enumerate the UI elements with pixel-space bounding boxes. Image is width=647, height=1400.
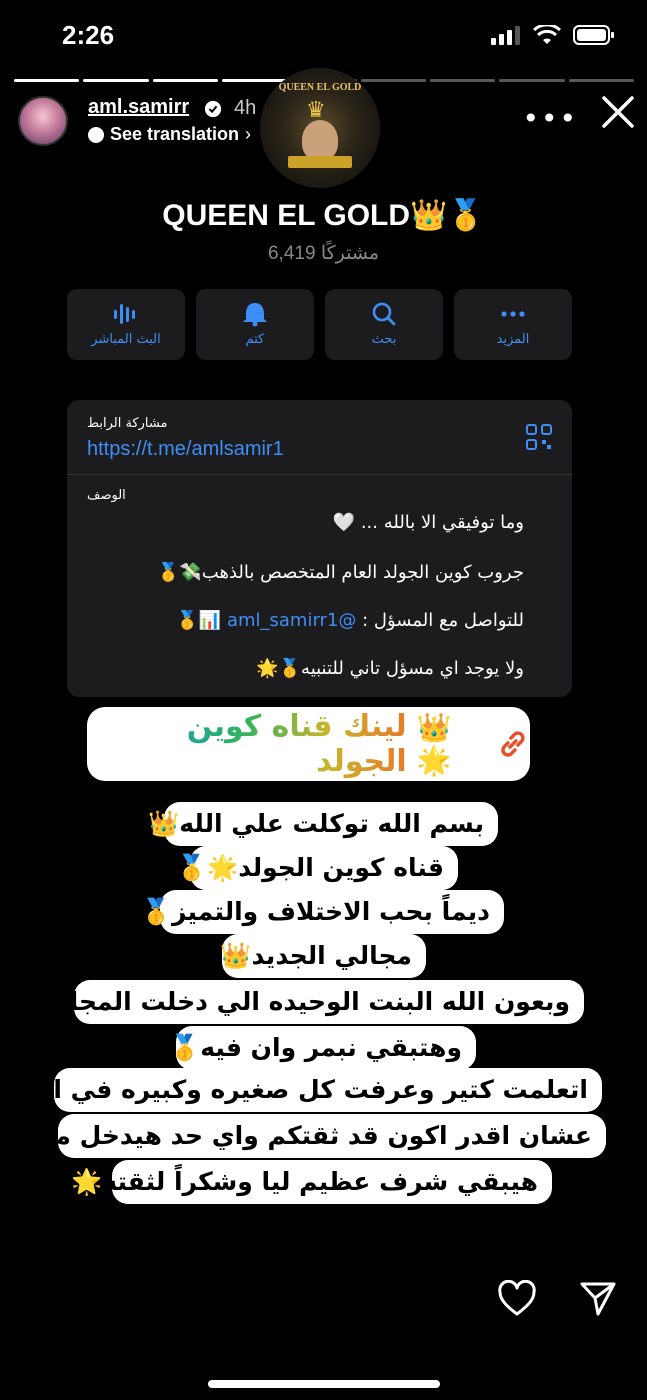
story-username[interactable]: aml.samirr bbox=[88, 96, 189, 119]
progress-segment bbox=[568, 79, 634, 82]
audio-waveform-icon bbox=[114, 304, 135, 324]
channel-title: QUEEN EL GOLD👑🥇 bbox=[162, 199, 485, 232]
link-icon bbox=[501, 731, 525, 757]
verified-badge-icon bbox=[204, 100, 222, 118]
mute-label: كتم bbox=[245, 332, 265, 347]
chevron-right-icon: › bbox=[245, 124, 252, 144]
description-line: وما توفيقي الا بالله ... 🤍 bbox=[332, 512, 524, 533]
logo-ribbon bbox=[288, 156, 352, 168]
description-label: الوصف bbox=[87, 488, 126, 503]
status-bar: 2:26 bbox=[0, 0, 647, 70]
progress-segment bbox=[152, 79, 218, 82]
more-options-button[interactable]: ••• bbox=[522, 102, 578, 135]
more-button[interactable]: المزيد bbox=[454, 289, 572, 360]
close-icon[interactable] bbox=[598, 92, 638, 132]
live-stream-button[interactable]: البث المباشر bbox=[67, 289, 185, 360]
battery-icon bbox=[573, 25, 614, 45]
channel-info-card: مشاركة الرابط https://t.me/amlsamir1 الو… bbox=[67, 400, 572, 697]
heart-icon[interactable] bbox=[497, 1280, 537, 1318]
contact-prefix: للتواصل مع المسؤل : bbox=[356, 610, 524, 631]
story-text-line: بسم الله توكلت علي الله👑 bbox=[148, 802, 498, 846]
link-sticker-text: لينك قناه كوين الجولد bbox=[87, 709, 407, 779]
story-text-line: وهتبقي نبمر وان فيه🥇 bbox=[169, 1026, 476, 1070]
search-icon bbox=[372, 302, 396, 326]
progress-segment bbox=[83, 79, 149, 82]
description-line-contact: للتواصل مع المسؤل : @aml_samirr1 📊🥇 bbox=[176, 610, 524, 631]
story-text-line: وبعون الله البنت الوحيده الي دخلت المجال… bbox=[18, 980, 584, 1024]
story-footer-actions bbox=[497, 1280, 617, 1320]
contact-mention-link[interactable]: @aml_samirr1 bbox=[227, 610, 356, 631]
story-text-line: اتعلمت كتير وعرفت كل صغيره وكبيره في الم… bbox=[0, 1068, 602, 1112]
description-line: ولا يوجد اي مسؤل تاني للتنبيه🥇🌟 bbox=[256, 658, 524, 679]
link-sticker[interactable]: لينك قناه كوين الجولد 👑🌟 bbox=[87, 707, 530, 781]
story-header: aml.samirr 4h See translation › ••• bbox=[18, 92, 638, 152]
progress-segment bbox=[14, 79, 80, 82]
contact-suffix: 📊🥇 bbox=[176, 610, 227, 631]
story-text-line: عشان اقدر اكون قد ثقتكم واي حد هيدخل معا… bbox=[13, 1114, 606, 1158]
link-sticker-emojis: 👑🌟 bbox=[416, 711, 452, 777]
see-translation-label: See translation bbox=[110, 124, 240, 144]
divider bbox=[67, 474, 572, 475]
translate-icon bbox=[88, 126, 104, 143]
bell-icon bbox=[243, 303, 267, 327]
description-line: جروب كوين الجولد العام المتخصص بالذهب💸🥇 bbox=[156, 562, 524, 583]
story-text-line: ديماً بحب الاختلاف والتميز🥇 bbox=[141, 890, 504, 934]
status-time: 2:26 bbox=[62, 20, 115, 50]
avatar[interactable] bbox=[18, 96, 68, 146]
live-stream-label: البث المباشر bbox=[91, 332, 161, 347]
wifi-icon bbox=[533, 25, 561, 44]
progress-segment bbox=[429, 79, 496, 82]
mute-button[interactable]: كتم bbox=[196, 289, 314, 360]
cellular-signal-icon bbox=[491, 26, 520, 45]
story-text-line: قناه كوين الجولد🌟🥇 bbox=[176, 846, 458, 890]
channel-actions: البث المباشر كتم بحث المزيد bbox=[67, 289, 572, 360]
ellipsis-icon bbox=[501, 311, 525, 317]
qr-code-icon[interactable] bbox=[526, 424, 552, 450]
send-icon[interactable] bbox=[579, 1280, 617, 1318]
progress-segment bbox=[499, 79, 565, 82]
more-label: المزيد bbox=[496, 332, 530, 347]
share-link-url[interactable]: https://t.me/amlsamir1 bbox=[87, 438, 284, 461]
search-label: بحث bbox=[371, 332, 397, 347]
story-time-ago: 4h bbox=[234, 97, 257, 119]
status-icons bbox=[491, 24, 615, 46]
subscriber-count: 6,419 مشتركًا bbox=[267, 243, 379, 264]
story-text-line: مجالي الجديد👑 bbox=[220, 934, 426, 978]
search-button[interactable]: بحث bbox=[325, 289, 443, 360]
share-link-label: مشاركة الرابط bbox=[87, 416, 168, 431]
home-indicator[interactable] bbox=[208, 1380, 440, 1388]
see-translation-button[interactable]: See translation › bbox=[88, 124, 251, 145]
story-text-line: هيبقي شرف عظيم ليا وشكراً لثقته🌟 bbox=[71, 1160, 552, 1204]
